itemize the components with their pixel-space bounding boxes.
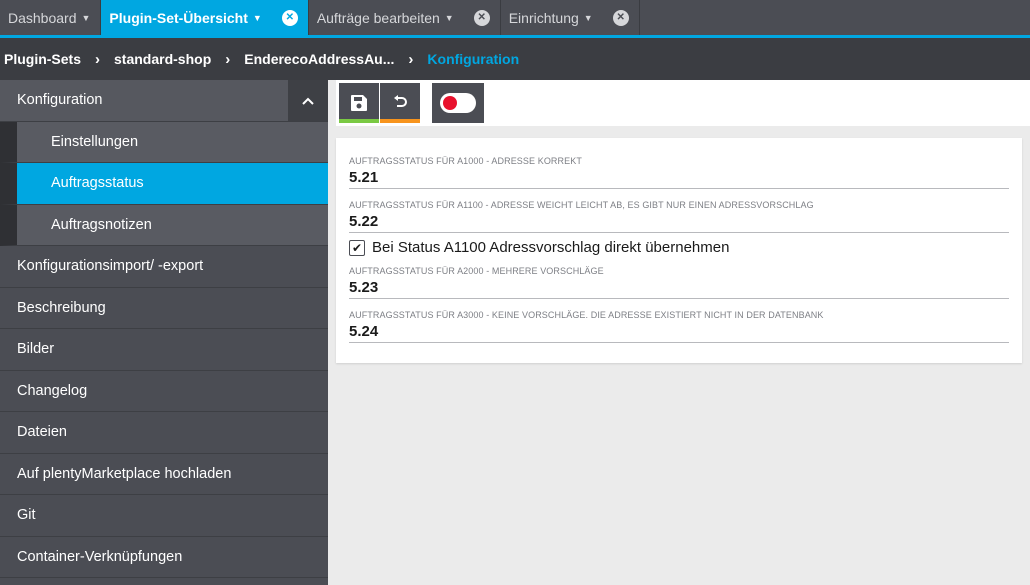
settings-card: Auftragsstatus für A1000 - Adresse korre… [336,138,1022,363]
sidebar-item-label: Changelog [17,382,88,399]
sidebar-item-beschreibung[interactable]: Beschreibung [0,288,328,329]
caret-down-icon[interactable]: ▼ [445,13,454,23]
active-toggle[interactable] [432,83,484,123]
field-label: Auftragsstatus für A3000 - keine Vorschl… [349,310,824,320]
status-field-a1100[interactable]: Auftragsstatus für A1100 - Adresse weich… [349,200,1009,233]
undo-icon [394,95,407,107]
sidebar-item-label: Konfigurationsimport/ -export [17,258,204,275]
save-button[interactable] [339,83,379,123]
toggle-knob [443,96,457,110]
caret-down-icon[interactable]: ▼ [584,13,593,23]
field-label: Auftragsstatus für A1000 - Adresse korre… [349,156,582,166]
sidebar-item-git[interactable]: Git [0,495,328,537]
sidebar-item-dateien[interactable]: Dateien [0,412,328,454]
sidebar-item-label: Konfiguration [17,92,103,109]
sidebar-item-label: Auftragsstatus [51,175,144,192]
sidebar-item-label: Git [17,507,36,524]
tab-label: Einrichtung [508,9,579,26]
sidebar-item-container-verknuepfungen[interactable]: Container-Verknüpfungen [0,537,328,578]
sidebar-item-plentymarketplace[interactable]: Auf plentyMarketplace hochladen [0,454,328,495]
status-field-a1000[interactable]: Auftragsstatus für A1000 - Adresse korre… [349,156,1009,189]
undo-button[interactable] [380,83,420,123]
sidebar-item-label: Container-Verknüpfungen [17,548,183,565]
tab-label: Plugin-Set-Übersicht [109,9,248,26]
sidebar-item-label: Auf plentyMarketplace hochladen [17,465,232,482]
field-value[interactable]: 5.22 [349,213,1009,232]
tab-auftraege-bearbeiten[interactable]: Aufträge bearbeiten ▼ ✕ [308,0,501,35]
checkbox-row[interactable]: ✔ Bei Status A1100 Adressvorschlag direk… [349,239,729,256]
toggle-switch-icon [440,93,476,113]
sidebar-item-label: Einstellungen [51,133,139,150]
breadcrumb: Plugin-Sets › standard-shop › EnderecoAd… [0,38,1030,80]
chevron-right-icon: › [408,50,414,68]
breadcrumb-item-standard-shop[interactable]: standard-shop [114,51,211,67]
status-field-a3000[interactable]: Auftragsstatus für A3000 - keine Vorschl… [349,310,1009,343]
sidebar-item-konfiguration[interactable]: Konfiguration [0,80,328,122]
breadcrumb-item-plugin-sets[interactable]: Plugin-Sets [4,51,81,67]
sidebar-item-label: Beschreibung [17,299,106,316]
sidebar-item-label: Dateien [17,424,67,441]
undo-indicator [380,119,420,123]
sidebar-item-konfigurationsimport[interactable]: Konfigurationsimport/ -export [0,246,328,288]
sidebar-item-auftragsnotizen[interactable]: Auftragsnotizen [0,204,328,246]
checkbox-label: Bei Status A1100 Adressvorschlag direkt … [372,239,730,256]
close-icon[interactable]: ✕ [281,9,298,26]
field-value[interactable]: 5.24 [349,323,1009,342]
tab-bar: Dashboard ▼ Plugin-Set-Übersicht ▼ ✕ Auf… [0,0,1030,38]
close-icon[interactable]: ✕ [473,9,490,26]
sidebar: Konfiguration Einstellungen Auftragsstat… [0,80,328,585]
tab-label: Aufträge bearbeiten [316,9,440,26]
tab-label: Dashboard [8,9,77,26]
caret-down-icon[interactable]: ▼ [82,13,91,23]
sidebar-item-einstellungen[interactable]: Einstellungen [0,121,328,163]
close-icon[interactable]: ✕ [612,9,629,26]
tab-dashboard[interactable]: Dashboard ▼ [0,0,102,35]
sidebar-item-bilder[interactable]: Bilder [0,329,328,371]
breadcrumb-item-plugin[interactable]: EnderecoAddressAu... [244,51,394,67]
caret-down-icon[interactable]: ▼ [253,13,262,23]
chevron-right-icon: › [225,50,231,68]
field-label: Auftragsstatus für A1100 - Adresse weich… [349,200,814,210]
tab-einrichtung[interactable]: Einrichtung ▼ ✕ [500,0,640,35]
sidebar-item-label: Auftragsnotizen [51,216,152,233]
sidebar-item-changelog[interactable]: Changelog [0,371,328,412]
sidebar-item-auftragsstatus[interactable]: Auftragsstatus [0,163,328,205]
toolbar [336,80,1030,126]
tab-plugin-set-uebersicht[interactable]: Plugin-Set-Übersicht ▼ ✕ [101,0,309,35]
sidebar-item-label: Bilder [17,341,55,358]
field-value[interactable]: 5.21 [349,169,1009,188]
status-field-a2000[interactable]: Auftragsstatus für A2000 - mehrere Vorsc… [349,266,1009,299]
field-value[interactable]: 5.23 [349,279,1009,298]
field-label: Auftragsstatus für A2000 - mehrere Vorsc… [349,266,604,276]
save-icon [351,95,367,111]
checkbox-checked-icon[interactable]: ✔ [349,239,365,256]
chevron-up-icon[interactable] [288,80,328,121]
breadcrumb-item-konfiguration: Konfiguration [427,51,520,67]
save-indicator [339,119,379,123]
chevron-right-icon: › [95,50,101,68]
